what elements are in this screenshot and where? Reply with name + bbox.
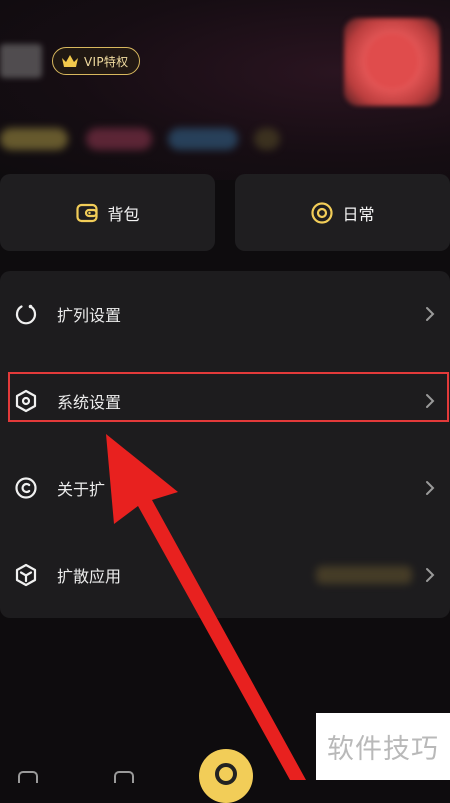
- menu-item-share-app[interactable]: 扩散应用: [0, 532, 450, 618]
- menu-item-label: 关于扩: [57, 480, 106, 499]
- backpack-label: 背包: [107, 204, 140, 224]
- crown-icon: [62, 55, 78, 67]
- chevron-right-icon: [426, 568, 435, 582]
- target-icon: [311, 201, 334, 224]
- chevron-right-icon: [426, 307, 435, 321]
- menu-item-system-settings[interactable]: 系统设置: [0, 358, 450, 444]
- menu-item-value-redacted: [316, 566, 412, 584]
- nav-message-icon[interactable]: [114, 771, 134, 783]
- wallet-icon: [76, 203, 99, 222]
- chevron-right-icon: [426, 394, 435, 408]
- menu-item-label: 系统设置: [57, 393, 122, 412]
- hexagon-settings-icon: [15, 389, 37, 413]
- menu-item-friend-settings[interactable]: 扩列设置: [0, 271, 450, 357]
- daily-card[interactable]: 日常: [235, 174, 450, 251]
- backpack-card[interactable]: 背包: [0, 174, 215, 251]
- menu-item-about[interactable]: 关于扩: [0, 445, 450, 531]
- menu-item-label: 扩散应用: [57, 567, 122, 586]
- copyright-icon: [15, 477, 37, 499]
- watermark: 软件技巧: [316, 713, 450, 780]
- menu-item-label: 扩列设置: [57, 306, 122, 325]
- nav-center-button[interactable]: [199, 749, 253, 803]
- bottom-navigation-bar: [0, 749, 316, 803]
- daily-label: 日常: [342, 204, 375, 224]
- chevron-right-icon: [426, 481, 435, 495]
- username-redacted: [0, 44, 42, 78]
- vip-badge[interactable]: VIP特权: [52, 47, 140, 75]
- refresh-circle-icon: [15, 304, 37, 325]
- stats-row-redacted: [0, 124, 450, 154]
- cube-icon: [15, 563, 37, 587]
- avatar[interactable]: [344, 18, 440, 106]
- center-ring-icon: [215, 763, 237, 785]
- nav-home-icon[interactable]: [18, 771, 38, 783]
- watermark-text: 软件技巧: [327, 734, 439, 765]
- vip-badge-label: VIP特权: [84, 54, 129, 69]
